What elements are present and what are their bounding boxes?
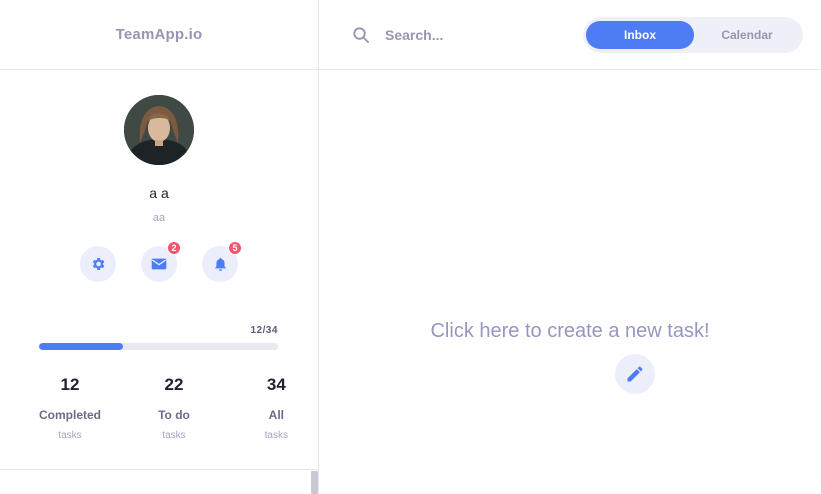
task-progress: 12/34	[39, 325, 278, 350]
progress-fill	[39, 343, 124, 350]
stat-value: 22	[164, 375, 184, 394]
stat-label: Completed	[38, 408, 101, 422]
task-stats: 12 Completed tasks 22 To do tasks 34 All…	[30, 375, 288, 441]
bell-icon	[214, 257, 226, 271]
user-name: a a	[149, 185, 169, 201]
profile-card: a a aa 2 5	[0, 70, 318, 282]
user-handle: aa	[152, 212, 166, 224]
progress-track	[39, 343, 278, 350]
search-icon[interactable]	[352, 26, 370, 44]
create-task-link[interactable]: Click here to create a new task!	[430, 320, 709, 342]
pencil-icon	[627, 366, 643, 382]
search-input[interactable]	[385, 23, 545, 47]
messages-count-badge: 2	[167, 241, 181, 255]
avatar-photo	[124, 95, 194, 165]
profile-actions: 2 5	[80, 241, 242, 282]
sidebar: TeamApp.io a a aa 2 5 12/34 12 Completed…	[0, 0, 319, 494]
notifications-count-badge: 5	[228, 241, 242, 255]
stat-label: All	[268, 408, 284, 422]
notifications-button[interactable]: 5	[202, 241, 242, 282]
view-toggle: Inbox Calendar	[583, 17, 803, 53]
sidebar-scrollbar[interactable]	[311, 471, 318, 494]
empty-state: Click here to create a new task!	[319, 320, 821, 343]
avatar[interactable]	[124, 95, 194, 165]
stat-completed[interactable]: 12 Completed tasks	[30, 375, 110, 441]
top-bar: Inbox Calendar	[319, 0, 821, 70]
messages-button[interactable]: 2	[141, 241, 181, 282]
stat-sub: tasks	[162, 430, 186, 441]
stat-sub: tasks	[264, 430, 288, 441]
stat-all[interactable]: 34 All tasks	[238, 375, 288, 441]
stat-value: 12	[60, 375, 80, 394]
stat-todo[interactable]: 22 To do tasks	[134, 375, 214, 441]
tab-calendar[interactable]: Calendar	[694, 21, 800, 49]
stat-value: 34	[266, 375, 286, 394]
tab-inbox[interactable]: Inbox	[586, 21, 694, 49]
envelope-icon	[151, 258, 167, 270]
gear-icon	[92, 258, 105, 270]
settings-button[interactable]	[80, 246, 116, 282]
stat-label: To do	[158, 408, 190, 422]
brand-header: TeamApp.io	[0, 0, 318, 70]
main-panel: Inbox Calendar	[319, 0, 821, 494]
brand-logo-text[interactable]: TeamApp.io	[116, 26, 203, 43]
create-task-button[interactable]	[615, 354, 655, 394]
app-window: TeamApp.io a a aa 2 5 12/34 12 Completed…	[0, 0, 821, 494]
stat-sub: tasks	[58, 430, 82, 441]
progress-label: 12/34	[250, 325, 278, 336]
sidebar-divider	[0, 469, 319, 470]
